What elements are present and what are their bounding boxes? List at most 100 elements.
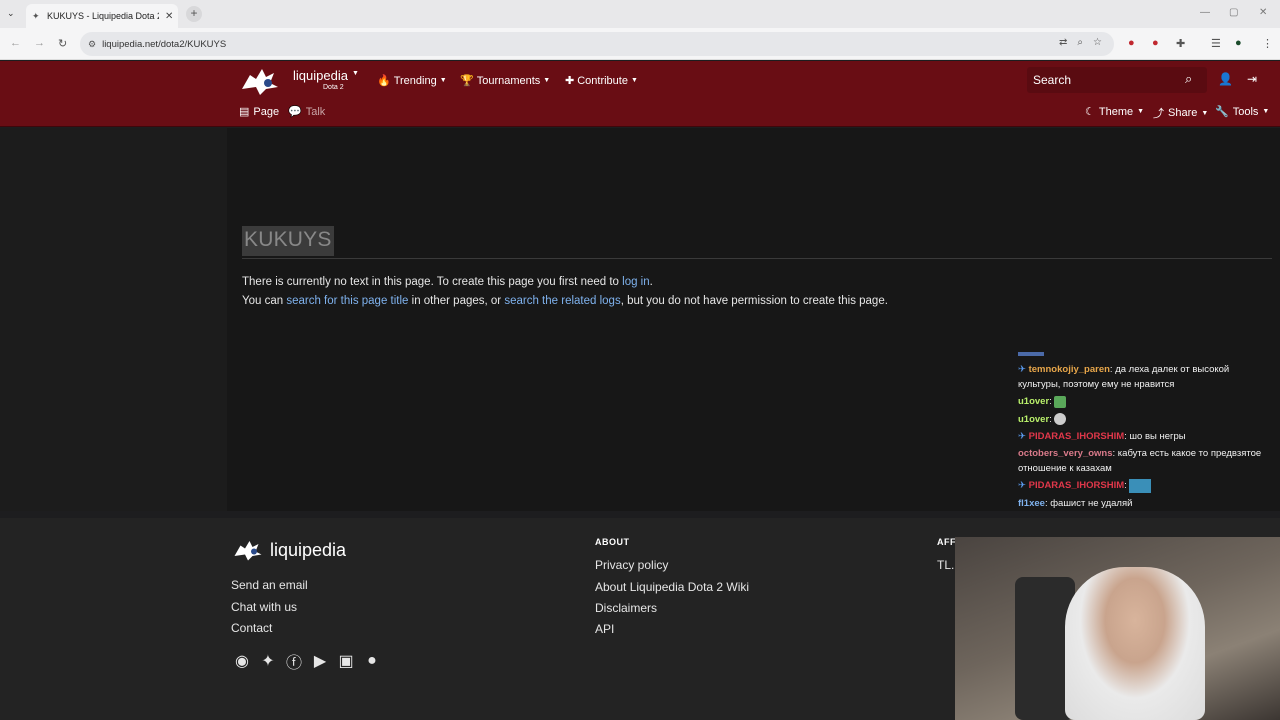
api-link[interactable]: API (595, 622, 614, 636)
tools-menu[interactable]: 🔧 Tools ▼ (1215, 105, 1269, 119)
send-email-link[interactable]: Send an email (231, 578, 308, 592)
chat-message: u1over: (1018, 412, 1268, 427)
profile-avatar[interactable]: ● (1235, 37, 1242, 49)
privacy-policy-link[interactable]: Privacy policy (595, 558, 668, 572)
pin-icon: ✈ (1018, 480, 1026, 492)
puzzle-icon: ✚ (565, 75, 575, 87)
message-text: You can (242, 295, 287, 307)
maximize-icon[interactable]: ▢ (1229, 7, 1238, 18)
fire-icon: 🔥 (377, 75, 391, 87)
nav-contribute[interactable]: ✚ Contribute ▼ (565, 74, 638, 88)
chevron-down-icon: ▼ (630, 77, 638, 84)
chat-username: temnokojiy_paren (1028, 364, 1110, 375)
forward-icon[interactable]: → (34, 37, 45, 49)
translate-icon[interactable]: ⇄ (1059, 37, 1067, 48)
emote-icon (1129, 478, 1152, 493)
streamer-person (1065, 567, 1205, 720)
nav-trending-label: Trending (393, 74, 437, 87)
theme-label: Theme (1098, 105, 1134, 118)
about-wiki-link[interactable]: About Liquipedia Dota 2 Wiki (595, 580, 749, 594)
chat-divider (1018, 352, 1044, 356)
zoom-icon[interactable]: ⌕ (1077, 37, 1083, 48)
theme-menu[interactable]: ☾ Theme ▼ (1085, 105, 1145, 119)
facebook-icon[interactable]: ⓕ (283, 650, 305, 672)
browser-tab[interactable]: ✦ KUKUYS - Liquipedia Dota 2 W ✕ (26, 4, 178, 28)
chat-with-us-link[interactable]: Chat with us (231, 600, 297, 614)
search-logs-link[interactable]: search the related logs (504, 295, 620, 307)
back-icon[interactable]: ← (10, 37, 21, 49)
chat-username: PIDARAS_IHORSHIM (1028, 430, 1125, 442)
new-tab-button[interactable]: + (186, 6, 202, 22)
wrench-icon: 🔧 (1215, 106, 1229, 118)
twitch-icon[interactable]: ▣ (335, 650, 357, 672)
bookmark-star-icon[interactable]: ☆ (1093, 37, 1102, 48)
site-header: liquipedia ▼ Dota 2 🔥 Trending ▼ 🏆 Tourn… (0, 61, 1280, 127)
extensions-puzzle-icon[interactable]: ✚ (1176, 37, 1185, 50)
search-input-placeholder[interactable]: Search (1033, 73, 1071, 87)
address-bar[interactable]: ⚙ liquipedia.net/dota2/KUKUYS ⇄ ⌕ ☆ (80, 32, 1114, 56)
page-title: KUKUYS (242, 226, 334, 256)
search-message: You can search for this page title in ot… (242, 295, 888, 307)
youtube-icon[interactable]: ▶ (309, 650, 331, 672)
close-window-icon[interactable]: ✕ (1259, 7, 1267, 18)
nav-trending[interactable]: 🔥 Trending ▼ (377, 74, 447, 88)
trophy-icon: 🏆 (460, 75, 474, 87)
nav-tournaments[interactable]: 🏆 Tournaments ▼ (460, 74, 551, 88)
webcam-overlay (955, 537, 1280, 720)
chevron-down-icon: ▼ (439, 77, 447, 84)
tab-close-icon[interactable]: ✕ (165, 11, 173, 22)
tab-page[interactable]: ▤ Page (239, 105, 279, 119)
reading-list-icon[interactable]: ☰ (1211, 37, 1221, 50)
share-label: Share (1168, 107, 1198, 119)
share-icon: ⤴ (1153, 108, 1164, 120)
create-account-icon[interactable]: 👤 (1218, 72, 1233, 86)
discord-icon[interactable]: ◉ (231, 650, 253, 672)
chat-username: fl1xee (1018, 497, 1045, 509)
share-menu[interactable]: ⤴ Share ▼ (1153, 105, 1208, 121)
chevron-down-icon[interactable]: ▼ (352, 70, 359, 77)
tab-search-icon[interactable]: ⌄ (7, 8, 15, 19)
search-title-link[interactable]: search for this page title (286, 295, 408, 307)
chevron-down-icon: ▼ (1201, 109, 1209, 117)
contact-link[interactable]: Contact (231, 621, 272, 635)
message-text: in other pages, or (408, 295, 505, 307)
no-text-message: There is currently no text in this page.… (242, 276, 653, 288)
search-icon[interactable]: ⌕ (1185, 71, 1192, 87)
liquipedia-logo-icon[interactable] (238, 65, 282, 97)
extension-icon[interactable]: ● (1152, 37, 1159, 49)
chat-username: PIDARAS_IHORSHIM (1028, 480, 1125, 492)
emote-icon (1054, 395, 1067, 408)
login-icon[interactable]: ⇥ (1247, 72, 1257, 86)
chat-message: ✈ temnokojiy_paren: да леха далек от выс… (1018, 362, 1268, 392)
pin-icon: ✈ (1018, 430, 1026, 442)
disclaimers-link[interactable]: Disclaimers (595, 601, 657, 615)
reload-icon[interactable]: ↻ (58, 37, 67, 50)
pin-icon: ✈ (1018, 364, 1026, 375)
site-info-icon[interactable]: ⚙ (88, 39, 96, 50)
tab-talk[interactable]: 💬 Talk (288, 105, 325, 119)
chevron-down-icon: ▼ (1137, 108, 1145, 115)
log-in-link[interactable]: log in (622, 276, 650, 288)
footer-logo[interactable]: liquipedia (231, 538, 346, 562)
about-heading: ABOUT (595, 537, 630, 547)
chat-text: : фашист не удаляй (1044, 497, 1133, 509)
chat-message: octobers_very_owns: кабута есть какое то… (1018, 446, 1268, 476)
chat-message: u1over: (1018, 394, 1268, 409)
brand-name[interactable]: liquipedia (293, 68, 348, 83)
chat-message: fl1xee: фашист не удаляй (1018, 496, 1268, 511)
chat-message: ✈ PIDARAS_IHORSHIM: шо вы негры (1018, 429, 1268, 444)
minimize-icon[interactable]: — (1200, 7, 1210, 18)
extension-icon[interactable]: ● (1128, 37, 1135, 49)
moon-icon: ☾ (1085, 106, 1095, 118)
chevron-down-icon: ▼ (543, 77, 551, 84)
github-icon[interactable]: ● (361, 650, 383, 672)
chat-text: : шо вы негры (1124, 430, 1186, 442)
menu-icon[interactable]: ⋮ (1262, 37, 1273, 50)
wiki-name: Dota 2 (323, 84, 344, 91)
document-icon: ▤ (239, 106, 250, 118)
footer-brand: liquipedia (270, 539, 347, 560)
browser-tab-strip: ⌄ ✦ KUKUYS - Liquipedia Dota 2 W ✕ + — ▢… (0, 0, 1280, 28)
site-search[interactable]: Search ⌕ (1027, 67, 1207, 93)
chat-username: octobers_very_owns (1018, 447, 1113, 459)
twitter-icon[interactable]: ✦ (257, 650, 279, 672)
